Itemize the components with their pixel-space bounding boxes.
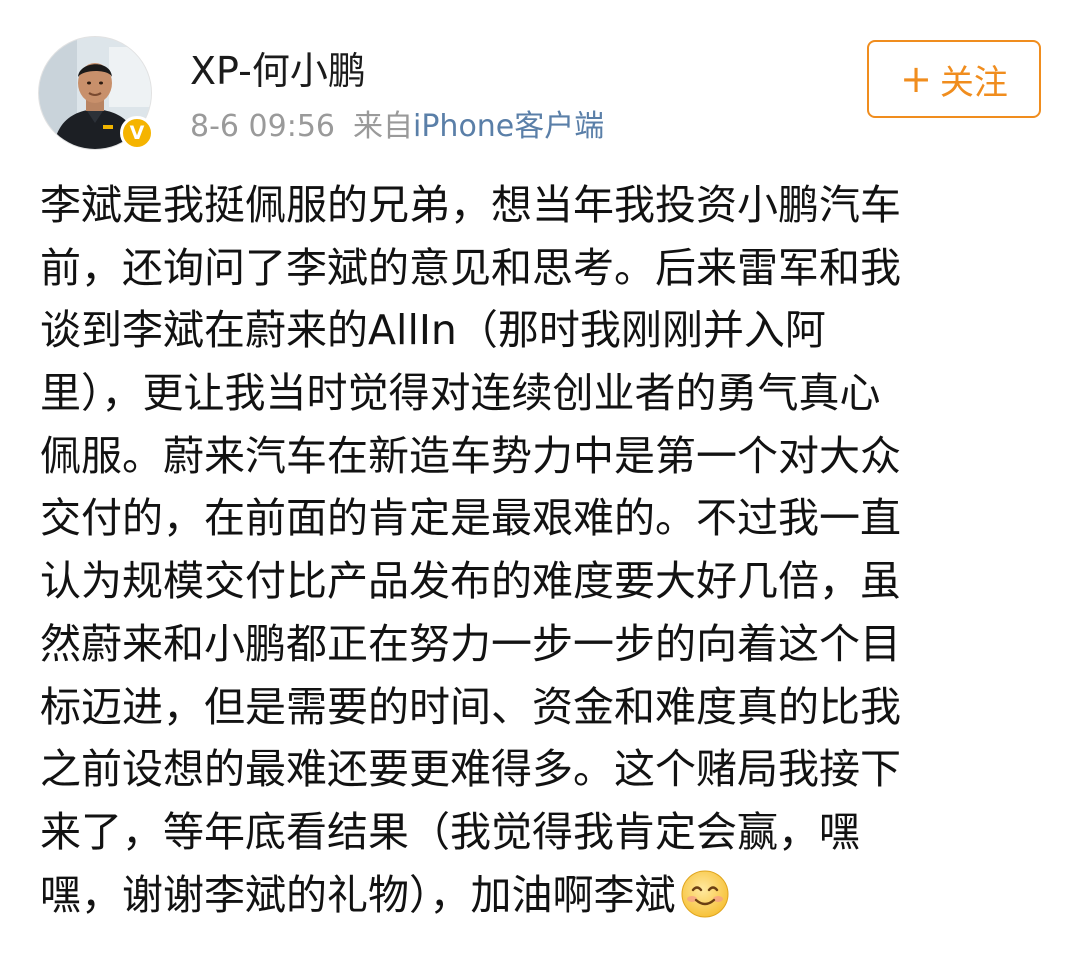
content-line: 认为规模交付比产品发布的难度要大好几倍，虽 [40, 557, 901, 606]
post-content: 李斌是我挺佩服的兄弟，想当年我投资小鹏汽车 前，还询问了李斌的意见和思考。后来雷… [40, 174, 1015, 926]
content-line: 标迈进，但是需要的时间、资金和难度真的比我 [40, 682, 901, 731]
source-client-link[interactable]: iPhone客户端 [413, 109, 604, 144]
content-line: 里），更让我当时觉得对连续创业者的勇气真心 [40, 369, 881, 418]
content-line-last: 嘿，谢谢李斌的礼物），加油啊李斌 [40, 864, 1015, 927]
follow-button[interactable]: + 关注 [867, 40, 1041, 118]
content-line: 之前设想的最难还要更难得多。这个赌局我接下 [40, 745, 901, 794]
post-time[interactable]: 8-6 09:56 [190, 109, 335, 144]
verified-badge-icon: V [120, 116, 154, 150]
content-line: 李斌是我挺佩服的兄弟，想当年我投资小鹏汽车 [40, 181, 901, 229]
content-line: 交付的，在前面的肯定是最艰难的。不过我一直 [40, 494, 901, 543]
post-header: V XP-何小鹏 8-6 09:56 来自iPhone客户端 + 关注 [0, 0, 1080, 160]
weibo-post: V XP-何小鹏 8-6 09:56 来自iPhone客户端 + 关注 李斌是我挺… [0, 0, 1080, 971]
smile-emoji-icon [680, 869, 730, 919]
content-line: 谈到李斌在蔚来的AllIn（那时我刚刚并入阿 [40, 306, 826, 355]
content-line-text: 嘿，谢谢李斌的礼物），加油啊李斌 [40, 870, 676, 919]
plus-icon: + [900, 57, 932, 101]
author-name[interactable]: XP-何小鹏 [190, 40, 366, 95]
content-line: 佩服。蔚来汽车在新造车势力中是第一个对大众 [40, 431, 901, 480]
source-prefix: 来自 [353, 109, 413, 144]
post-meta: 8-6 09:56 来自iPhone客户端 [190, 101, 604, 145]
content-line: 然蔚来和小鹏都正在努力一步一步的向着这个目 [40, 619, 901, 668]
follow-button-label: 关注 [939, 62, 1008, 103]
author-avatar[interactable]: V [38, 36, 154, 152]
content-line: 前，还询问了李斌的意见和思考。后来雷军和我 [40, 243, 901, 292]
content-line: 来了，等年底看结果（我觉得我肯定会赢，嘿 [40, 807, 860, 856]
